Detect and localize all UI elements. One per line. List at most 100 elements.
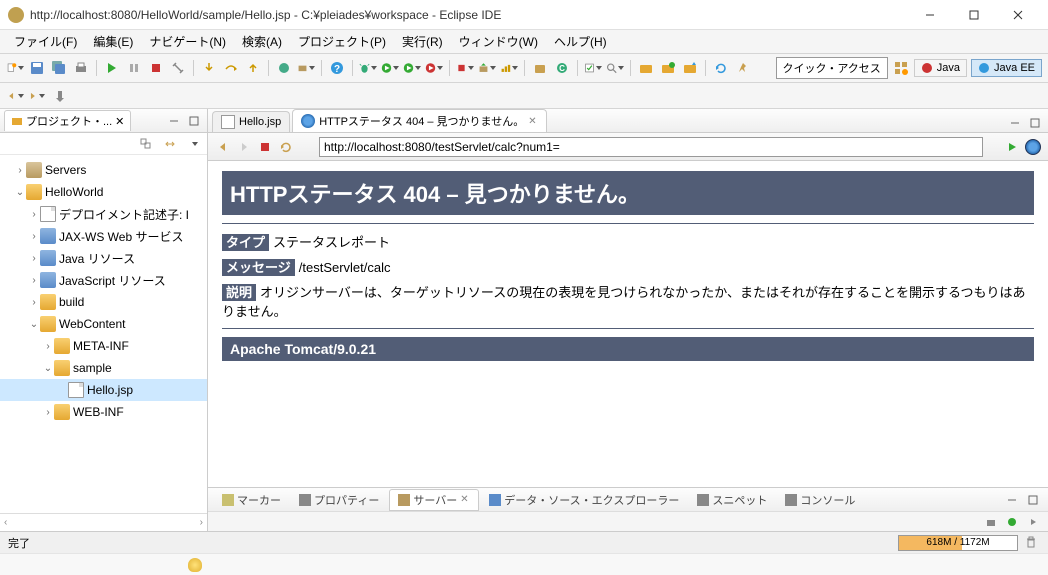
scroll-left-icon[interactable]: ‹ bbox=[4, 517, 7, 528]
external-tools-button[interactable] bbox=[425, 59, 443, 77]
help-button[interactable]: ? bbox=[328, 59, 346, 77]
new-server-button[interactable] bbox=[297, 59, 315, 77]
step-into-icon[interactable] bbox=[200, 59, 218, 77]
bottom-maximize-icon[interactable] bbox=[1024, 491, 1042, 509]
tip-bulb-icon[interactable] bbox=[188, 558, 202, 572]
browser-back-button[interactable] bbox=[214, 138, 232, 156]
print-button[interactable] bbox=[72, 59, 90, 77]
tree-node-webinf[interactable]: ›WEB-INF bbox=[0, 401, 207, 423]
refresh-button[interactable] bbox=[712, 59, 730, 77]
debug-button[interactable] bbox=[359, 59, 377, 77]
menu-navigate[interactable]: ナビゲート(N) bbox=[141, 31, 234, 52]
profiler-button[interactable] bbox=[500, 59, 518, 77]
browser-go-button[interactable] bbox=[1003, 138, 1021, 156]
tree-node-deploy[interactable]: ›デプロイメント記述子: I bbox=[0, 203, 207, 225]
step-over-icon[interactable] bbox=[222, 59, 240, 77]
pin-button[interactable] bbox=[734, 59, 752, 77]
browser-stop-button[interactable] bbox=[256, 138, 274, 156]
maximize-view-icon[interactable] bbox=[185, 112, 203, 130]
new-button[interactable] bbox=[6, 59, 24, 77]
save-all-button[interactable] bbox=[50, 59, 68, 77]
run-last-button[interactable] bbox=[403, 59, 421, 77]
nav-folder3[interactable] bbox=[681, 59, 699, 77]
tree-node-helloworld[interactable]: ⌄HelloWorld bbox=[0, 181, 207, 203]
tab-marker[interactable]: マーカー bbox=[214, 490, 289, 510]
tree-node-java-res[interactable]: ›Java リソース bbox=[0, 247, 207, 269]
project-explorer-tab[interactable]: プロジェクト・... ✕ bbox=[4, 110, 131, 131]
link-editor-icon[interactable] bbox=[161, 135, 179, 153]
view-menu-icon[interactable] bbox=[185, 135, 203, 153]
collapse-all-icon[interactable] bbox=[137, 135, 155, 153]
tab-property[interactable]: プロパティー bbox=[291, 490, 387, 510]
tree-node-servers[interactable]: ›Servers bbox=[0, 159, 207, 181]
main-toolbar: ? C クイック・アクセス Java Java EE bbox=[0, 54, 1048, 83]
perspective-javaee[interactable]: Java EE bbox=[971, 59, 1042, 77]
browser-url-input[interactable] bbox=[319, 137, 983, 157]
tree-node-hellojsp[interactable]: Hello.jsp bbox=[0, 379, 207, 401]
run-button[interactable] bbox=[381, 59, 399, 77]
maximize-button[interactable] bbox=[952, 1, 996, 29]
minimize-view-icon[interactable] bbox=[165, 112, 183, 130]
tab-datasource[interactable]: データ・ソース・エクスプローラー bbox=[481, 490, 687, 510]
server-action1-icon[interactable] bbox=[982, 513, 1000, 531]
memory-indicator[interactable]: 618M / 1172M bbox=[898, 535, 1018, 551]
nav-folder1[interactable] bbox=[637, 59, 655, 77]
server-action3-icon[interactable] bbox=[1024, 513, 1042, 531]
close-tab-icon[interactable]: ✕ bbox=[528, 116, 538, 127]
menu-file[interactable]: ファイル(F) bbox=[6, 31, 85, 52]
step-return-icon[interactable] bbox=[244, 59, 262, 77]
tree-node-jaxws[interactable]: ›JAX-WS Web サービス bbox=[0, 225, 207, 247]
new-class-button[interactable]: C bbox=[553, 59, 571, 77]
tree-node-metainf[interactable]: ›META-INF bbox=[0, 335, 207, 357]
tab-snippet[interactable]: スニペット bbox=[689, 490, 775, 510]
stop-button[interactable] bbox=[456, 59, 474, 77]
menu-run[interactable]: 実行(R) bbox=[394, 31, 451, 52]
nav-folder2[interactable] bbox=[659, 59, 677, 77]
new-package-button[interactable] bbox=[531, 59, 549, 77]
quick-access-box[interactable]: クイック・アクセス bbox=[776, 57, 888, 79]
server-action2-icon[interactable] bbox=[1003, 513, 1021, 531]
tree-node-build[interactable]: ›build bbox=[0, 291, 207, 313]
open-type-button[interactable] bbox=[275, 59, 293, 77]
editor-maximize-icon[interactable] bbox=[1026, 114, 1044, 132]
tab-console[interactable]: コンソール bbox=[777, 490, 863, 510]
tree-node-js-res[interactable]: ›JavaScript リソース bbox=[0, 269, 207, 291]
scroll-right-icon[interactable]: › bbox=[200, 517, 203, 528]
debug-pause-button[interactable] bbox=[125, 59, 143, 77]
editor-tab-404[interactable]: HTTPステータス 404 – 見つかりません。 ✕ bbox=[292, 109, 547, 132]
debug-resume-button[interactable] bbox=[103, 59, 121, 77]
publish-button[interactable] bbox=[478, 59, 496, 77]
pin-editor-button[interactable] bbox=[51, 87, 69, 105]
debug-terminate-button[interactable] bbox=[147, 59, 165, 77]
browser-globe-button[interactable] bbox=[1024, 138, 1042, 156]
menu-search[interactable]: 検索(A) bbox=[234, 31, 290, 52]
menu-project[interactable]: プロジェクト(P) bbox=[290, 31, 394, 52]
close-icon[interactable]: ✕ bbox=[115, 115, 124, 128]
editor-minimize-icon[interactable] bbox=[1006, 114, 1024, 132]
tree-node-sample[interactable]: ⌄sample bbox=[0, 357, 207, 379]
bottom-minimize-icon[interactable] bbox=[1003, 491, 1021, 509]
save-button[interactable] bbox=[28, 59, 46, 77]
open-perspective-button[interactable] bbox=[892, 59, 910, 77]
gc-button[interactable] bbox=[1024, 535, 1040, 551]
tab-server[interactable]: サーバー✕ bbox=[389, 489, 479, 511]
open-task-button[interactable] bbox=[584, 59, 602, 77]
close-button[interactable] bbox=[996, 1, 1040, 29]
browser-history-button[interactable] bbox=[298, 138, 316, 156]
browser-forward-button[interactable] bbox=[235, 138, 253, 156]
search-button[interactable] bbox=[606, 59, 624, 77]
debug-disconnect-button[interactable] bbox=[169, 59, 187, 77]
divider bbox=[222, 223, 1034, 224]
close-icon[interactable]: ✕ bbox=[460, 494, 470, 505]
statusbar: 完了 618M / 1172M bbox=[0, 531, 1048, 553]
editor-tab-hello[interactable]: Hello.jsp bbox=[212, 111, 290, 132]
menu-window[interactable]: ウィンドウ(W) bbox=[451, 31, 546, 52]
back-history-button[interactable] bbox=[6, 87, 24, 105]
minimize-button[interactable] bbox=[908, 1, 952, 29]
menu-edit[interactable]: 編集(E) bbox=[85, 31, 141, 52]
menu-help[interactable]: ヘルプ(H) bbox=[546, 31, 615, 52]
perspective-java[interactable]: Java bbox=[914, 59, 967, 77]
forward-history-button[interactable] bbox=[27, 87, 45, 105]
browser-refresh-button[interactable] bbox=[277, 138, 295, 156]
tree-node-webcontent[interactable]: ⌄WebContent bbox=[0, 313, 207, 335]
